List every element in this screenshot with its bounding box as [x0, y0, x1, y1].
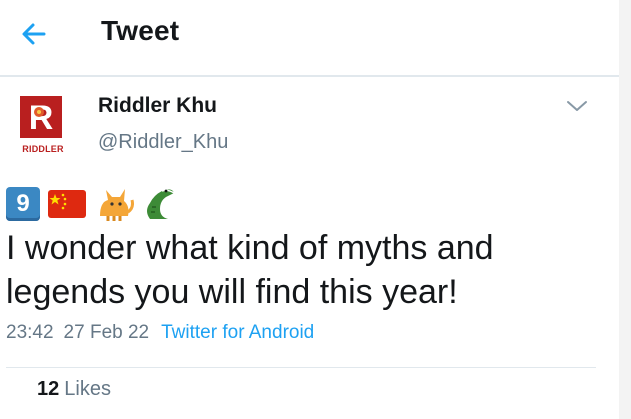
back-button[interactable]: [20, 20, 48, 48]
top-bar: Tweet: [0, 0, 631, 77]
svg-text:R: R: [29, 99, 54, 137]
likes-label: Likes: [64, 378, 111, 400]
likes-stat[interactable]: 12 Likes: [37, 378, 111, 401]
tweet-source-link[interactable]: Twitter for Android: [161, 322, 314, 343]
tweet-options-button[interactable]: [566, 98, 588, 114]
tweet-date[interactable]: 27 Feb 22: [64, 322, 150, 343]
chevron-down-icon: [567, 101, 587, 111]
crocodile-emoji: [147, 189, 175, 219]
cat-emoji: [100, 189, 134, 221]
scrollbar-track[interactable]: [619, 0, 631, 419]
page-title: Tweet: [101, 15, 180, 46]
china-flag-emoji: [48, 190, 86, 218]
author-display-name[interactable]: Riddler Khu: [98, 94, 217, 118]
emoji-row: 9: [6, 184, 178, 224]
tweet-time[interactable]: 23:42: [6, 322, 54, 343]
riddler-logo-icon: R: [20, 96, 62, 138]
keycap-9-emoji: 9: [6, 187, 40, 221]
author-handle[interactable]: @Riddler_Khu: [98, 131, 228, 154]
tweet-meta: 23:42 27 Feb 22 Twitter for Android: [6, 322, 314, 344]
avatar-logo-text: RIDDLER: [22, 144, 64, 154]
arrow-left-icon: [22, 23, 46, 45]
avatar[interactable]: R RIDDLER: [17, 96, 67, 158]
tweet-text: I wonder what kind of myths and legends …: [6, 229, 494, 311]
likes-count: 12: [37, 378, 60, 400]
divider: [6, 367, 596, 368]
